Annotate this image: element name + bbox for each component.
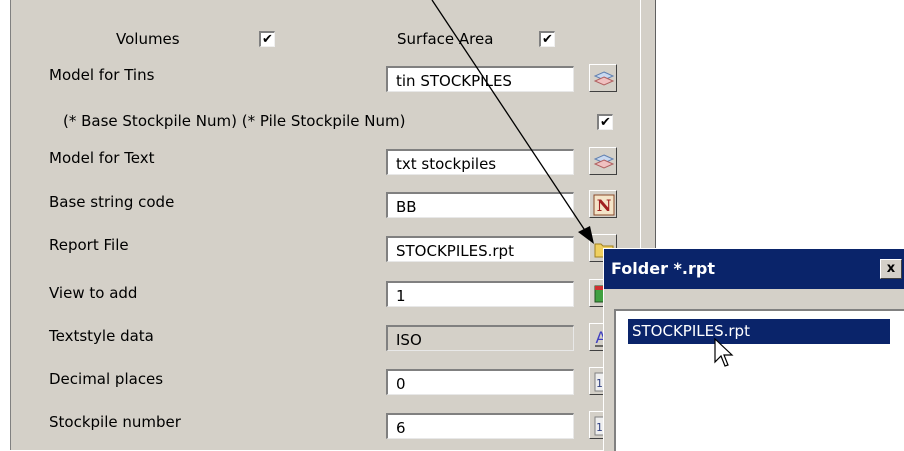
dialog-title: Folder *.rpt: [611, 259, 715, 278]
folder-dialog: Folder *.rpt x STOCKPILES.rpt: [603, 248, 904, 451]
mouse-cursor-icon: [714, 338, 734, 367]
close-button[interactable]: x: [880, 259, 902, 279]
list-item[interactable]: STOCKPILES.rpt: [628, 319, 890, 344]
dialog-title-bar[interactable]: Folder *.rpt x: [604, 249, 904, 289]
file-list[interactable]: STOCKPILES.rpt: [614, 309, 904, 451]
